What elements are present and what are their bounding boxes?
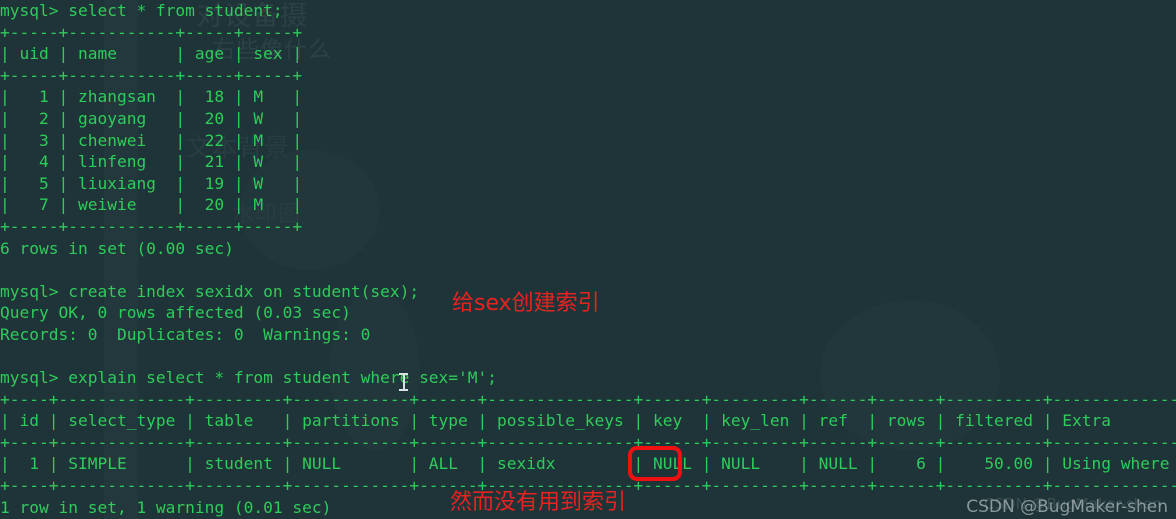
terminal-window: 对设备摄 右些像什么 文本背景 水印图 mysql> select * from… <box>0 0 1176 519</box>
terminal-line: +----+-------------+---------+----------… <box>0 432 1176 452</box>
terminal-line: | 1 | SIMPLE | student | NULL | ALL | se… <box>0 454 1176 474</box>
terminal-line: 6 rows in set (0.00 sec) <box>0 238 234 258</box>
annotation-no-index-used: 然而没有用到索引 <box>450 490 627 515</box>
terminal-line: Records: 0 Duplicates: 0 Warnings: 0 <box>0 324 371 344</box>
terminal-line: | id | select_type | table | partitions … <box>0 411 1176 431</box>
terminal-line: | uid | name | age | sex | <box>0 44 303 64</box>
terminal-line: | 7 | weiwie | 20 | M | <box>0 195 303 215</box>
terminal-line: | 4 | linfeng | 21 | W | <box>0 152 303 172</box>
terminal-line: mysql> explain select * from student whe… <box>0 368 498 388</box>
terminal-line: mysql> select * from student; <box>0 1 283 20</box>
terminal-line: | 2 | gaoyang | 20 | W | <box>0 108 303 128</box>
terminal-line: | 1 | zhangsan | 18 | M | <box>0 87 303 107</box>
csdn-watermark: CSDN @BugMaker-shen <box>966 497 1168 517</box>
terminal-line: +-----+-----------+-----+-----+ <box>0 216 303 236</box>
terminal-line: | 5 | liuxiang | 19 | W | <box>0 173 303 193</box>
terminal-line: +-----+-----------+-----+-----+ <box>0 65 303 85</box>
key-null-highlight-box <box>628 446 682 481</box>
terminal-line: +----+-------------+---------+----------… <box>0 389 1176 409</box>
terminal-line: +-----+-----------+-----+-----+ <box>0 22 303 42</box>
annotation-create-index: 给sex创建索引 <box>452 291 600 316</box>
terminal-output[interactable]: mysql> select * from student; +-----+----… <box>0 0 1176 518</box>
terminal-line: | 3 | chenwei | 22 | M | <box>0 130 303 150</box>
